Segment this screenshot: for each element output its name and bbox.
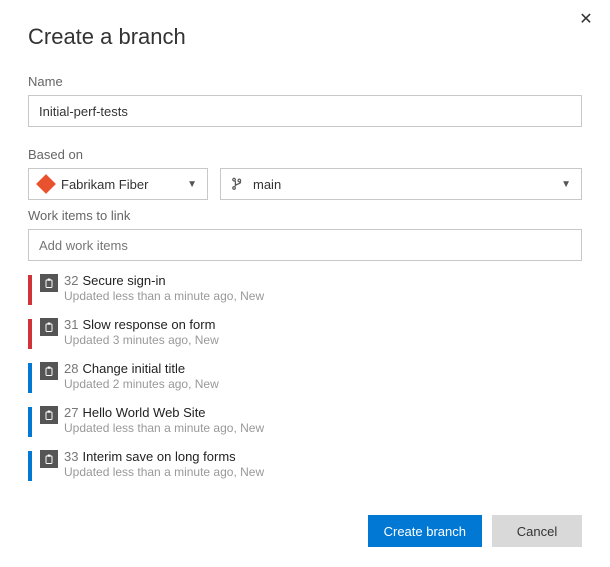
repo-dropdown[interactable]: Fabrikam Fiber ▼ bbox=[28, 168, 208, 200]
work-item-body: 28 Change initial titleUpdated 2 minutes … bbox=[64, 361, 582, 391]
dialog-title: Create a branch bbox=[28, 24, 582, 50]
work-item[interactable]: 32 Secure sign-inUpdated less than a minu… bbox=[28, 269, 582, 313]
work-item-id: 28 bbox=[64, 361, 78, 376]
work-item-body: 33 Interim save on long formsUpdated less… bbox=[64, 449, 582, 479]
work-item-title: Slow response on form bbox=[82, 317, 215, 332]
work-item-type-icon bbox=[40, 450, 58, 468]
cancel-button[interactable]: Cancel bbox=[492, 515, 582, 547]
work-item-subtext: Updated 3 minutes ago, New bbox=[64, 333, 582, 347]
work-item-title: Interim save on long forms bbox=[82, 449, 235, 464]
work-item[interactable]: 31 Slow response on formUpdated 3 minutes… bbox=[28, 313, 582, 357]
work-items-label: Work items to link bbox=[28, 208, 582, 223]
branch-name-input[interactable] bbox=[28, 95, 582, 127]
branch-icon bbox=[231, 177, 245, 191]
base-branch-value: main bbox=[253, 177, 561, 192]
repo-dropdown-value: Fabrikam Fiber bbox=[61, 177, 187, 192]
work-item-color-bar bbox=[28, 363, 32, 393]
work-item-type-icon bbox=[40, 318, 58, 336]
dialog-footer: Create branch Cancel bbox=[368, 515, 582, 547]
create-branch-button[interactable]: Create branch bbox=[368, 515, 482, 547]
work-item-subtext: Updated 2 minutes ago, New bbox=[64, 377, 582, 391]
work-item-type-icon bbox=[40, 274, 58, 292]
work-item[interactable]: 33 Interim save on long formsUpdated less… bbox=[28, 445, 582, 489]
work-item-body: 31 Slow response on formUpdated 3 minutes… bbox=[64, 317, 582, 347]
work-item-type-icon bbox=[40, 406, 58, 424]
close-icon[interactable]: ✕ bbox=[576, 10, 596, 30]
work-item-color-bar bbox=[28, 407, 32, 437]
work-item-id: 33 bbox=[64, 449, 78, 464]
work-item[interactable]: 28 Change initial titleUpdated 2 minutes … bbox=[28, 357, 582, 401]
work-item-id: 31 bbox=[64, 317, 78, 332]
work-item-type-icon bbox=[40, 362, 58, 380]
name-label: Name bbox=[28, 74, 582, 89]
repo-icon bbox=[36, 174, 56, 194]
work-item-subtext: Updated less than a minute ago, New bbox=[64, 289, 582, 303]
chevron-down-icon: ▼ bbox=[561, 179, 571, 190]
work-item-body: 32 Secure sign-inUpdated less than a minu… bbox=[64, 273, 582, 303]
work-item-title: Hello World Web Site bbox=[82, 405, 205, 420]
work-item-id: 32 bbox=[64, 273, 78, 288]
work-item-title: Secure sign-in bbox=[82, 273, 165, 288]
base-branch-dropdown[interactable]: main ▼ bbox=[220, 168, 582, 200]
work-item-body: 27 Hello World Web SiteUpdated less than … bbox=[64, 405, 582, 435]
work-item[interactable]: 27 Hello World Web SiteUpdated less than … bbox=[28, 401, 582, 445]
create-branch-dialog: ✕ Create a branch Name Based on Fabrikam… bbox=[0, 0, 610, 513]
work-item-color-bar bbox=[28, 275, 32, 305]
work-item-title: Change initial title bbox=[82, 361, 185, 376]
chevron-down-icon: ▼ bbox=[187, 179, 197, 190]
work-item-id: 27 bbox=[64, 405, 78, 420]
work-items-input[interactable] bbox=[28, 229, 582, 261]
work-items-list: 32Secure sign-inUpdated less than a minu… bbox=[28, 269, 582, 489]
work-item-subtext: Updated less than a minute ago, New bbox=[64, 421, 582, 435]
based-on-label: Based on bbox=[28, 147, 582, 162]
work-item-subtext: Updated less than a minute ago, New bbox=[64, 465, 582, 479]
work-item-color-bar bbox=[28, 451, 32, 481]
work-item-color-bar bbox=[28, 319, 32, 349]
